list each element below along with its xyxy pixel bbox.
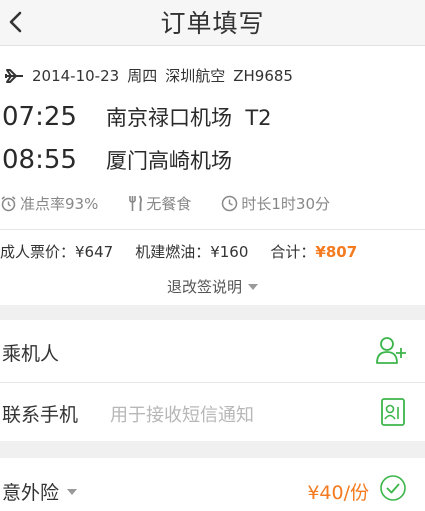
caret-down-icon xyxy=(67,488,78,495)
arrival-airport: 厦门高崎机场 xyxy=(106,149,232,173)
arrival-row: 08:55 厦门高崎机场 xyxy=(2,145,232,175)
flight-weekday: 周四 xyxy=(127,67,158,85)
fuel-tax-price: 机建燃油：¥160 xyxy=(135,243,249,261)
page-title: 订单填写 xyxy=(160,9,265,38)
meal-info: 无餐食 xyxy=(128,193,191,214)
insurance-checkbox[interactable] xyxy=(379,474,407,502)
duration-text: 时长1时30分 xyxy=(241,195,330,213)
departure-time: 07:25 xyxy=(2,102,77,132)
price-row: 成人票价：¥647 机建燃油：¥160 合计：¥807 xyxy=(0,241,357,262)
add-user-icon xyxy=(376,337,406,364)
alarm-clock-icon xyxy=(1,196,16,212)
on-time-rate: 准点率93% xyxy=(0,193,98,214)
caret-down-icon xyxy=(248,283,258,290)
fork-knife-icon xyxy=(129,195,143,211)
meal-text: 无餐食 xyxy=(146,195,192,213)
flight-number: ZH9685 xyxy=(233,66,293,85)
insurance-row[interactable]: 意外险 ¥40/份 xyxy=(0,458,425,511)
plane-icon xyxy=(4,68,24,84)
section-gap xyxy=(0,441,425,458)
refund-policy-link[interactable]: 退改签说明 xyxy=(0,276,425,297)
add-passenger-button[interactable] xyxy=(375,334,409,366)
departure-airport: 南京禄口机场 T2 xyxy=(106,106,272,130)
insurance-selector[interactable]: 意外险 xyxy=(2,478,78,505)
passenger-row[interactable]: 乘机人 xyxy=(0,320,425,382)
insurance-label: 意外险 xyxy=(2,482,60,504)
divider xyxy=(0,229,425,230)
section-gap xyxy=(0,305,425,320)
arrival-time: 08:55 xyxy=(2,145,77,175)
check-circle-icon xyxy=(380,475,406,501)
contact-card-icon xyxy=(381,398,405,426)
refund-policy-label: 退改签说明 xyxy=(166,278,242,296)
phone-row: 联系手机 用于接收短信通知 xyxy=(0,383,425,441)
total-label: 合计： xyxy=(270,243,316,261)
flight-meta: 准点率93% 无餐食 时长1时30分 xyxy=(0,193,360,214)
phone-label: 联系手机 xyxy=(2,404,79,426)
flight-info-card: 2014-10-23 周四 深圳航空 ZH9685 07:25 南京禄口机场 T… xyxy=(0,47,425,305)
nav-header: 订单填写 xyxy=(0,0,425,46)
flight-summary: 2014-10-23 周四 深圳航空 ZH9685 xyxy=(4,65,301,86)
adult-ticket-price: 成人票价：¥647 xyxy=(0,243,114,261)
duration-info: 时长1时30分 xyxy=(221,193,330,214)
insurance-price: ¥40/份 xyxy=(307,482,369,504)
total-value: ¥807 xyxy=(315,243,358,261)
on-time-text: 准点率93% xyxy=(20,195,99,213)
departure-row: 07:25 南京禄口机场 T2 xyxy=(2,102,272,132)
flight-date: 2014-10-23 xyxy=(32,66,120,85)
flight-airline: 深圳航空 xyxy=(165,67,226,85)
total-price: 合计：¥807 xyxy=(270,241,357,262)
phone-input[interactable]: 用于接收短信通知 xyxy=(110,401,254,427)
contacts-button[interactable] xyxy=(379,396,407,428)
passenger-label: 乘机人 xyxy=(2,343,60,365)
clock-icon xyxy=(222,195,238,212)
